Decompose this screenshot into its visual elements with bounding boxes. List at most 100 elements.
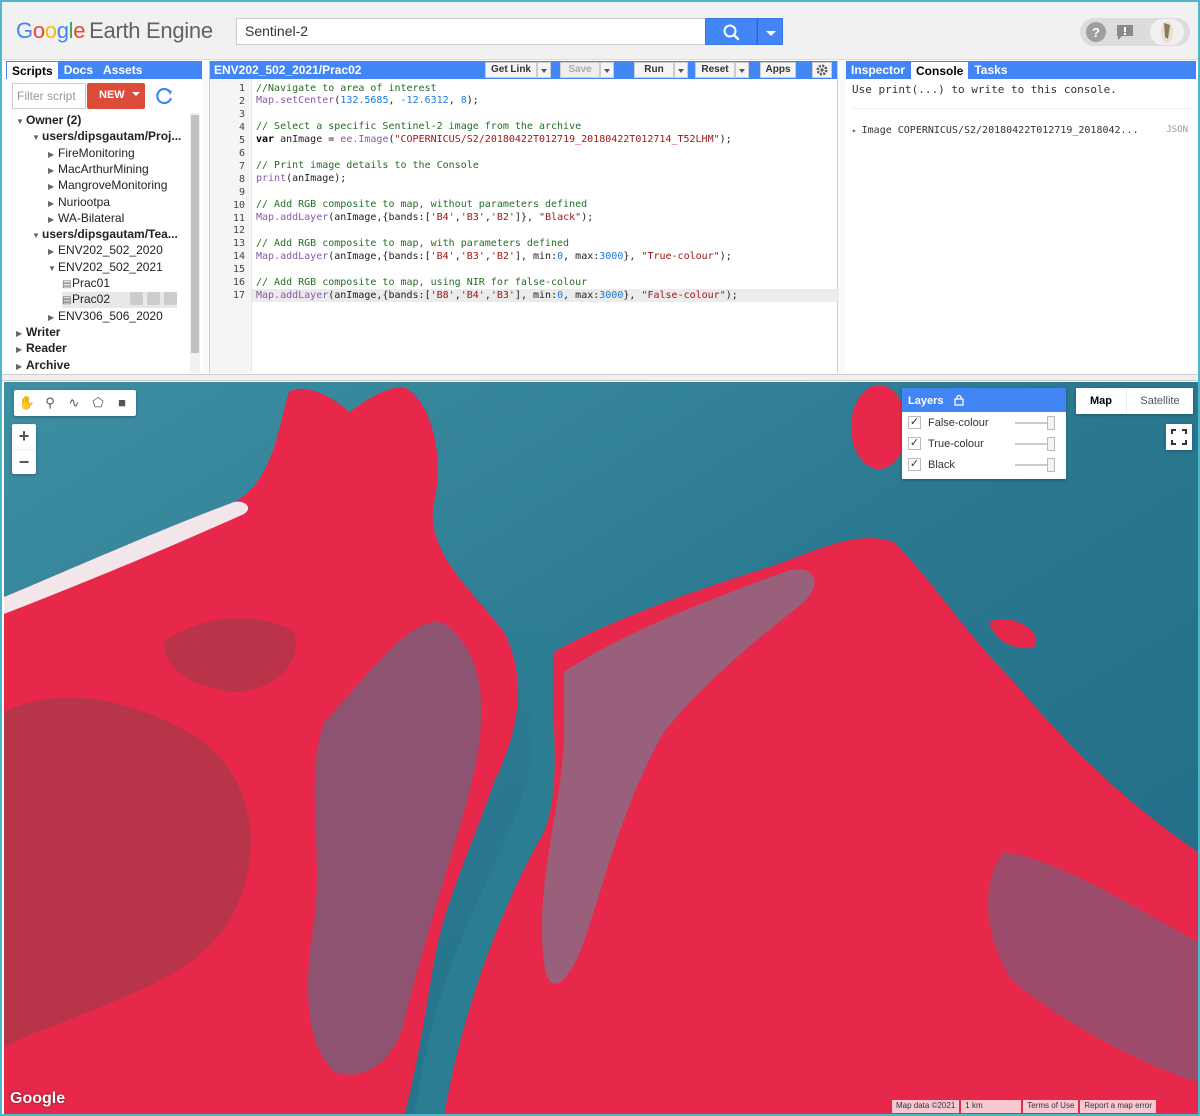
apps-button[interactable]: Apps	[760, 62, 796, 78]
caret-down-icon[interactable]: ▼	[32, 133, 42, 142]
map-type-satellite-button[interactable]: Satellite	[1126, 388, 1193, 414]
tree-folder[interactable]: ▼ users/dipsgautam/Tea...	[32, 227, 178, 243]
caret-down-icon[interactable]: ▼	[32, 231, 42, 240]
save-dropdown[interactable]	[600, 62, 614, 78]
tab-scripts[interactable]: Scripts	[6, 61, 59, 79]
tree-folder[interactable]: ▶ MacArthurMining	[48, 162, 149, 178]
caret-down-icon[interactable]: ▼	[16, 117, 26, 126]
code-line[interactable]: Map.setCenter(132.5685, -12.6312, 8);	[256, 94, 479, 107]
caret-right-icon[interactable]: ▶	[48, 166, 58, 175]
delete-icon[interactable]	[164, 292, 178, 306]
map-view[interactable]: ✋ ⚲ ∿ ⬠ ■ + − Layers ✓ False-colour ✓ True-…	[4, 382, 1198, 1114]
hand-icon[interactable]: ✋	[18, 394, 36, 412]
line-icon[interactable]: ∿	[65, 394, 83, 412]
code-line[interactable]: Map.addLayer(anImage,{bands:['B4','B3','…	[256, 211, 593, 224]
get-link-button[interactable]: Get Link	[485, 62, 537, 78]
script-file[interactable]: ▤Prac01	[62, 276, 110, 292]
caret-right-icon[interactable]: ▶	[48, 182, 58, 191]
tree-folder[interactable]: ▶ MangroveMonitoring	[48, 178, 167, 194]
tab-assets[interactable]: Assets	[98, 61, 147, 79]
caret-right-icon[interactable]: ▶	[48, 199, 58, 208]
run-dropdown[interactable]	[674, 62, 688, 78]
tree-folder[interactable]: ▶ FireMonitoring	[48, 146, 135, 162]
avatar[interactable]	[1150, 19, 1184, 45]
tree-folder[interactable]: ▼ Owner (2)	[16, 113, 81, 129]
code-line[interactable]: // Add RGB composite to map, using NIR f…	[256, 276, 587, 289]
google-earth-engine-logo[interactable]: Google Earth Engine	[16, 18, 213, 44]
feedback-icon[interactable]	[1115, 22, 1135, 42]
tree-folder[interactable]: ▶ Reader	[16, 341, 67, 357]
zoom-out-button[interactable]: −	[12, 449, 36, 474]
code-area[interactable]: //Navigate to area of interest Map.setCen…	[256, 79, 836, 373]
tree-folder[interactable]: ▼ users/dipsgautam/Proj...	[32, 129, 181, 145]
scrollbar-thumb[interactable]	[191, 115, 199, 353]
tree-folder[interactable]: ▶ Archive	[16, 358, 70, 374]
zoom-in-button[interactable]: +	[12, 424, 36, 449]
layer-visibility-checkbox[interactable]: ✓	[908, 416, 921, 429]
caret-right-icon[interactable]: ▶	[48, 215, 58, 224]
resize-handle[interactable]	[203, 61, 208, 373]
tree-folder[interactable]: ▶ Writer	[16, 325, 60, 341]
save-button[interactable]: Save	[560, 62, 600, 78]
map-type-map-button[interactable]: Map	[1076, 388, 1126, 414]
caret-right-icon[interactable]: ▶	[16, 362, 26, 371]
code-line[interactable]: // Print image details to the Console	[256, 159, 479, 172]
lock-icon[interactable]	[953, 394, 965, 406]
tab-inspector[interactable]: Inspector	[846, 61, 910, 79]
code-line[interactable]: // Add RGB composite to map, without par…	[256, 198, 587, 211]
terms-link[interactable]: Terms of Use	[1023, 1100, 1079, 1113]
tab-docs[interactable]: Docs	[59, 61, 98, 79]
help-icon[interactable]: ?	[1086, 22, 1106, 42]
caret-right-icon[interactable]: ▶	[48, 247, 58, 256]
code-line[interactable]: // Add RGB composite to map, with parame…	[256, 237, 569, 250]
search-button[interactable]	[705, 18, 757, 45]
code-line[interactable]: var anImage = ee.Image("COPERNICUS/S2/20…	[256, 133, 732, 146]
tree-folder[interactable]: ▶ ENV202_502_2020	[48, 243, 163, 259]
scrollbar[interactable]	[190, 113, 200, 373]
scale-bar[interactable]: 1 km	[961, 1100, 1022, 1113]
rectangle-icon[interactable]: ■	[113, 394, 131, 412]
fullscreen-button[interactable]	[1166, 424, 1192, 450]
code-line[interactable]: // Select a specific Sentinel-2 image fr…	[256, 120, 581, 133]
settings-button[interactable]	[812, 62, 832, 78]
caret-right-icon[interactable]: ▶	[16, 329, 26, 338]
history-icon[interactable]	[130, 292, 144, 306]
refresh-button[interactable]	[152, 83, 176, 109]
tree-folder[interactable]: ▼ ENV202_502_2021	[48, 260, 163, 276]
opacity-slider-handle[interactable]	[1047, 458, 1055, 472]
map-resize-handle[interactable]	[2, 374, 1198, 381]
run-button[interactable]: Run	[634, 62, 674, 78]
new-button[interactable]: NEW	[87, 83, 145, 109]
reset-dropdown[interactable]	[735, 62, 749, 78]
code-line[interactable]: //Navigate to area of interest	[256, 82, 437, 95]
layers-header[interactable]: Layers	[902, 388, 1066, 412]
code-line[interactable]: print(anImage);	[256, 172, 346, 185]
caret-right-icon[interactable]: ▶	[48, 313, 58, 322]
report-error-link[interactable]: Report a map error	[1080, 1100, 1156, 1113]
json-badge[interactable]: JSON	[1166, 125, 1188, 135]
caret-right-icon[interactable]: ▸	[852, 126, 862, 135]
resize-handle[interactable]	[839, 61, 845, 373]
layer-visibility-checkbox[interactable]: ✓	[908, 437, 921, 450]
code-line[interactable]: Map.addLayer(anImage,{bands:['B4','B3','…	[256, 250, 732, 263]
script-file[interactable]: ▤Prac02	[62, 292, 178, 309]
tree-folder[interactable]: ▶ Nuriootpa	[48, 195, 110, 211]
tree-folder[interactable]: ▶ WA-Bilateral	[48, 211, 124, 227]
caret-right-icon[interactable]: ▶	[16, 345, 26, 354]
marker-icon[interactable]: ⚲	[41, 394, 59, 412]
get-link-dropdown[interactable]	[537, 62, 551, 78]
filter-script-input[interactable]: Filter script	[12, 83, 86, 109]
code-line[interactable]: Map.addLayer(anImage,{bands:['B8','B4','…	[256, 289, 738, 302]
polygon-icon[interactable]: ⬠	[89, 394, 107, 412]
tree-folder[interactable]: ▶ ENV306_506_2020	[48, 309, 163, 325]
search-input[interactable]: Sentinel-2	[236, 18, 706, 45]
caret-right-icon[interactable]: ▶	[48, 150, 58, 159]
reset-button[interactable]: Reset	[695, 62, 735, 78]
layer-visibility-checkbox[interactable]: ✓	[908, 458, 921, 471]
caret-down-icon[interactable]: ▼	[48, 264, 58, 273]
rename-icon[interactable]	[147, 292, 161, 306]
tab-console[interactable]: Console	[910, 61, 970, 79]
tab-tasks[interactable]: Tasks	[969, 61, 1012, 79]
console-entry[interactable]: ▸ Image COPERNICUS/S2/20180422T012719_20…	[852, 125, 1192, 136]
opacity-slider-handle[interactable]	[1047, 437, 1055, 451]
